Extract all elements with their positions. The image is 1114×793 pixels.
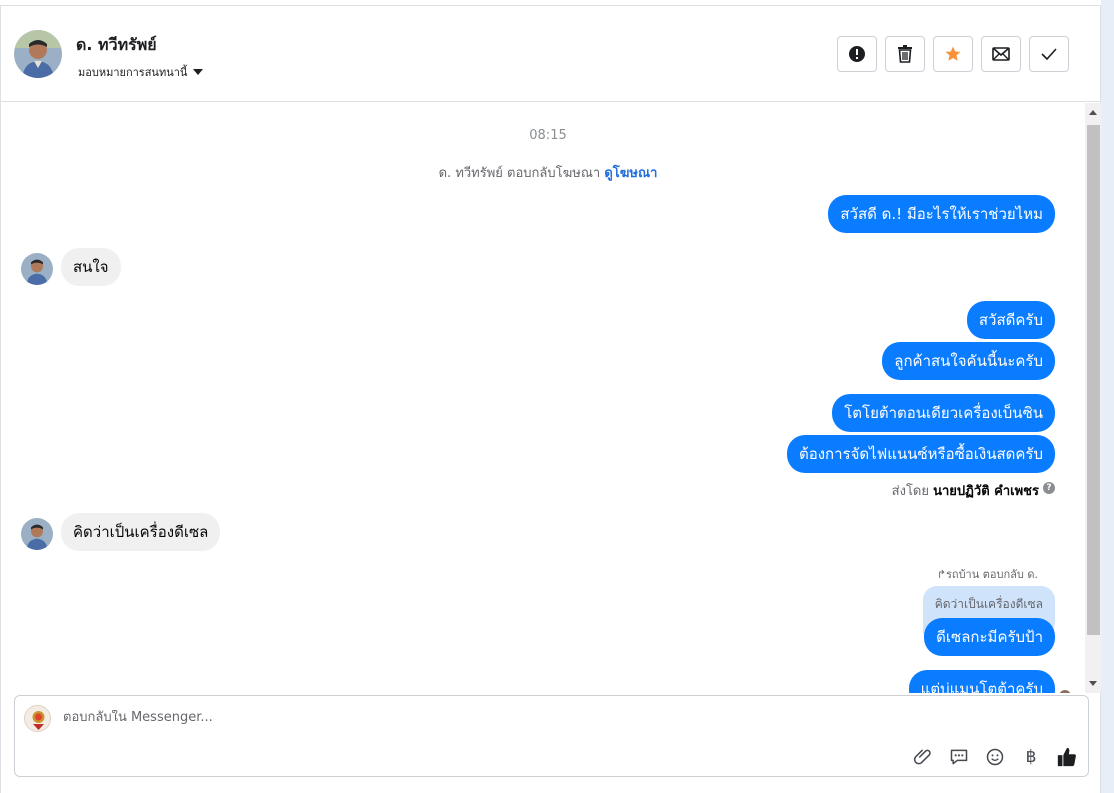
help-icon[interactable]: ? [1043,482,1055,494]
thread-actions [837,36,1069,72]
ad-reply-text: ด. ทวีทรัพย์ ตอบกลับโฆษณา [438,166,601,181]
reply-composer: ฿ [14,695,1089,777]
contact-avatar-small [21,253,53,285]
attach-button[interactable] [912,746,934,768]
thumbs-up-icon [1057,747,1076,767]
like-button[interactable] [1056,746,1078,768]
message-outgoing[interactable]: แต่บ่แมนโตต้าครับ [908,670,1055,693]
star-icon [945,46,961,61]
sent-by-prefix: ส่งโดย [891,484,929,499]
thread-header: ด. ทวีทรัพย์ มอบหมายการสนทนานี้ [1,6,1100,102]
scroll-up-arrow-icon[interactable] [1089,110,1097,115]
report-button[interactable] [837,36,877,72]
view-ad-link[interactable]: ดูโฆษณา [604,166,657,181]
seen-avatar-icon [1059,690,1071,693]
delete-button[interactable] [885,36,925,72]
contact-name[interactable]: ด. ทวีทรัพย์ [76,33,157,58]
reply-note: ↱รถบ้าน ตอบกลับ ด. [937,565,1038,583]
reply-arrow-icon: ↱ [936,568,946,581]
reply-input[interactable] [63,710,963,725]
paperclip-icon [913,749,931,765]
message-list-scrollbar[interactable] [1085,103,1102,693]
message-outgoing[interactable]: สวัสดี ด.! มีอะไรให้เราช่วยไหม [828,195,1055,233]
page-avatar [24,705,51,732]
report-icon [849,46,865,62]
contact-avatar-small [21,518,53,550]
scroll-down-arrow-icon[interactable] [1089,681,1097,686]
message-outgoing[interactable]: สวัสดีครับ [966,301,1055,339]
mark-unread-button[interactable] [981,36,1021,72]
window-edge [1101,0,1114,793]
composer-tools: ฿ [912,746,1078,768]
contact-avatar[interactable] [14,30,62,78]
timestamp: 08:15 [529,128,567,143]
scroll-thumb[interactable] [1087,125,1100,635]
star-button[interactable] [933,36,973,72]
assign-conversation-dropdown[interactable]: มอบหมายการสนทนานี้ [78,63,204,81]
check-icon [1041,48,1057,60]
assign-label: มอบหมายการสนทนานี้ [78,66,188,79]
message-outgoing[interactable]: โตโยต้าตอนเดียวเครื่องเบ็นซิน [832,394,1055,432]
message-outgoing[interactable]: ต้องการจัดไฟแนนซ์หรือซื้อเงินสดครับ [786,435,1055,473]
saved-replies-button[interactable] [948,746,970,768]
emoji-icon [986,748,1004,766]
inbox-thread-panel: ด. ทวีทรัพย์ มอบหมายการสนทนานี้ 08:15 ด.… [0,5,1102,793]
envelope-icon [992,47,1010,61]
emoji-button[interactable] [984,746,1006,768]
message-list[interactable]: 08:15 ด. ทวีทรัพย์ ตอบกลับโฆษณา ดูโฆษณา … [1,103,1085,693]
trash-icon [898,45,912,63]
message-incoming[interactable]: สนใจ [61,248,121,286]
sent-by-name: นายปฏิวัติ คำเพชร [933,484,1039,499]
ad-reply-note: ด. ทวีทรัพย์ ตอบกลับโฆษณา ดูโฆษณา [1,162,1085,183]
sent-by-label: ส่งโดย นายปฏิวัติ คำเพชร [892,480,1039,501]
baht-icon: ฿ [1025,747,1037,767]
message-outgoing[interactable]: ดีเซลกะมีครับป้า [924,618,1055,656]
saved-reply-icon [950,749,968,765]
message-incoming[interactable]: คิดว่าเป็นเครื่องดีเซล [61,513,221,551]
caret-down-icon [193,69,204,75]
reply-note-text: รถบ้าน ตอบกลับ ด. [946,568,1038,581]
mark-done-button[interactable] [1029,36,1069,72]
message-outgoing[interactable]: ลูกค้าสนใจคันนี้นะครับ [882,342,1055,380]
payment-button[interactable]: ฿ [1020,746,1042,768]
